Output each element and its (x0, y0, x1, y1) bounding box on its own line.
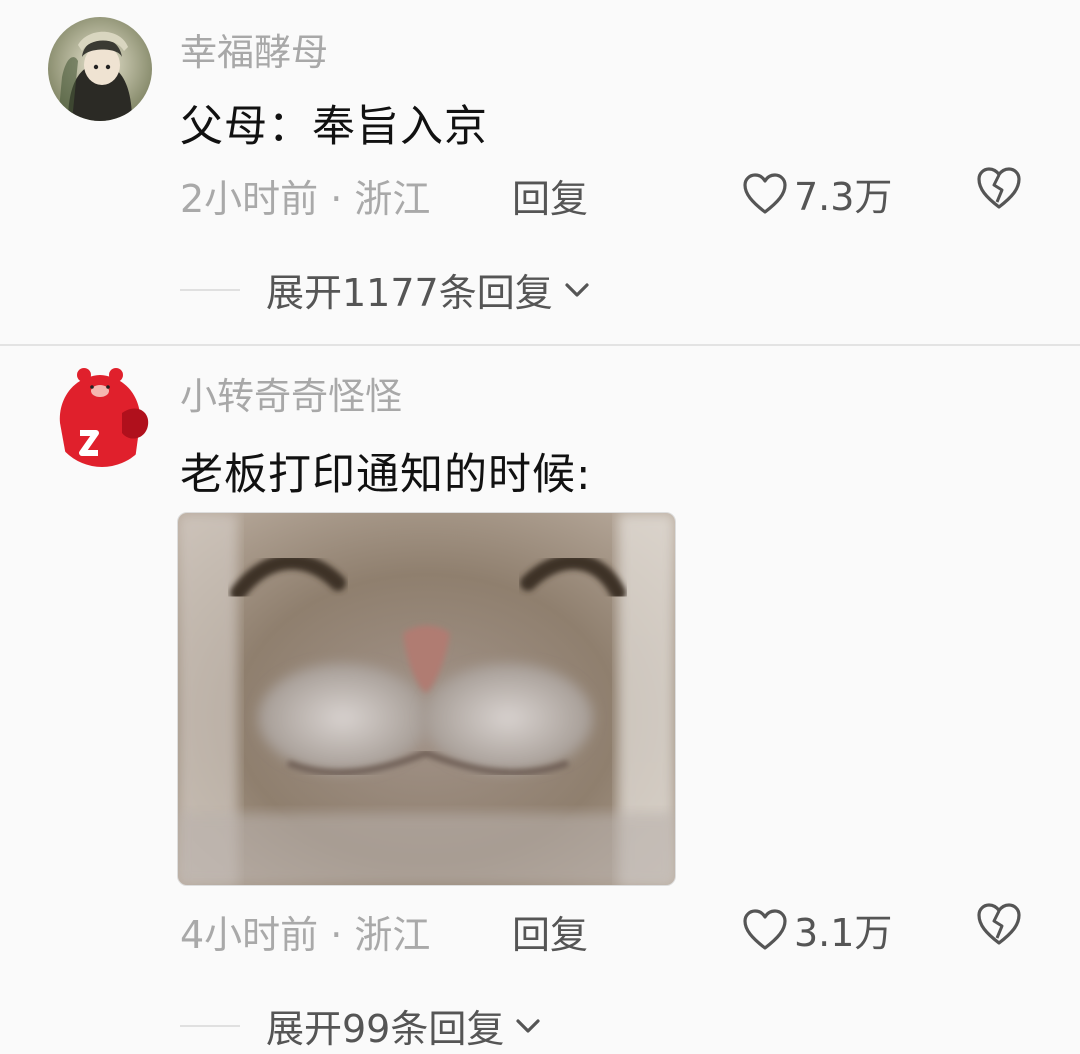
expand-replies[interactable]: 展开1177条回复 (180, 262, 591, 317)
comment-text: 父母：奉旨入京 (180, 102, 488, 152)
dislike-button[interactable] (975, 164, 1023, 212)
expand-replies-label: 展开1177条回复 (266, 271, 553, 315)
like-button[interactable]: 3.1万 (742, 902, 892, 957)
reply-button[interactable]: 回复 (512, 904, 588, 959)
avatar[interactable] (48, 17, 152, 121)
heart-icon (743, 172, 787, 214)
dislike-button[interactable] (975, 900, 1023, 948)
like-button[interactable]: 7.3万 (742, 166, 892, 221)
like-count: 3.1万 (794, 911, 893, 955)
comment-card: 幸福酵母 父母：奉旨入京 2小时前 · 浙江 回复 7.3万 展开1177条回复 (0, 0, 1080, 344)
reply-button[interactable]: 回复 (512, 168, 588, 223)
comment-text: 老板打印通知的时候: (180, 450, 592, 500)
divider-line (180, 288, 240, 291)
comment-image[interactable] (177, 512, 676, 886)
avatar-image (50, 363, 154, 467)
chevron-down-icon (516, 1018, 540, 1033)
divider-line (180, 1024, 240, 1027)
avatar-image (48, 17, 152, 121)
broken-heart-icon (977, 167, 1021, 209)
expand-replies[interactable]: 展开99条回复 (180, 998, 542, 1053)
comment-meta: 2小时前 · 浙江 (180, 177, 431, 221)
heart-icon (743, 908, 787, 950)
username[interactable]: 幸福酵母 (180, 22, 328, 76)
broken-heart-icon (977, 903, 1021, 945)
username[interactable]: 小转奇奇怪怪 (180, 366, 402, 420)
cat-face-meme-image (178, 513, 675, 885)
avatar[interactable] (50, 363, 154, 467)
chevron-down-icon (565, 282, 589, 297)
like-count: 7.3万 (794, 175, 893, 219)
expand-replies-label: 展开99条回复 (266, 1007, 505, 1051)
comment-meta: 4小时前 · 浙江 (180, 913, 431, 957)
